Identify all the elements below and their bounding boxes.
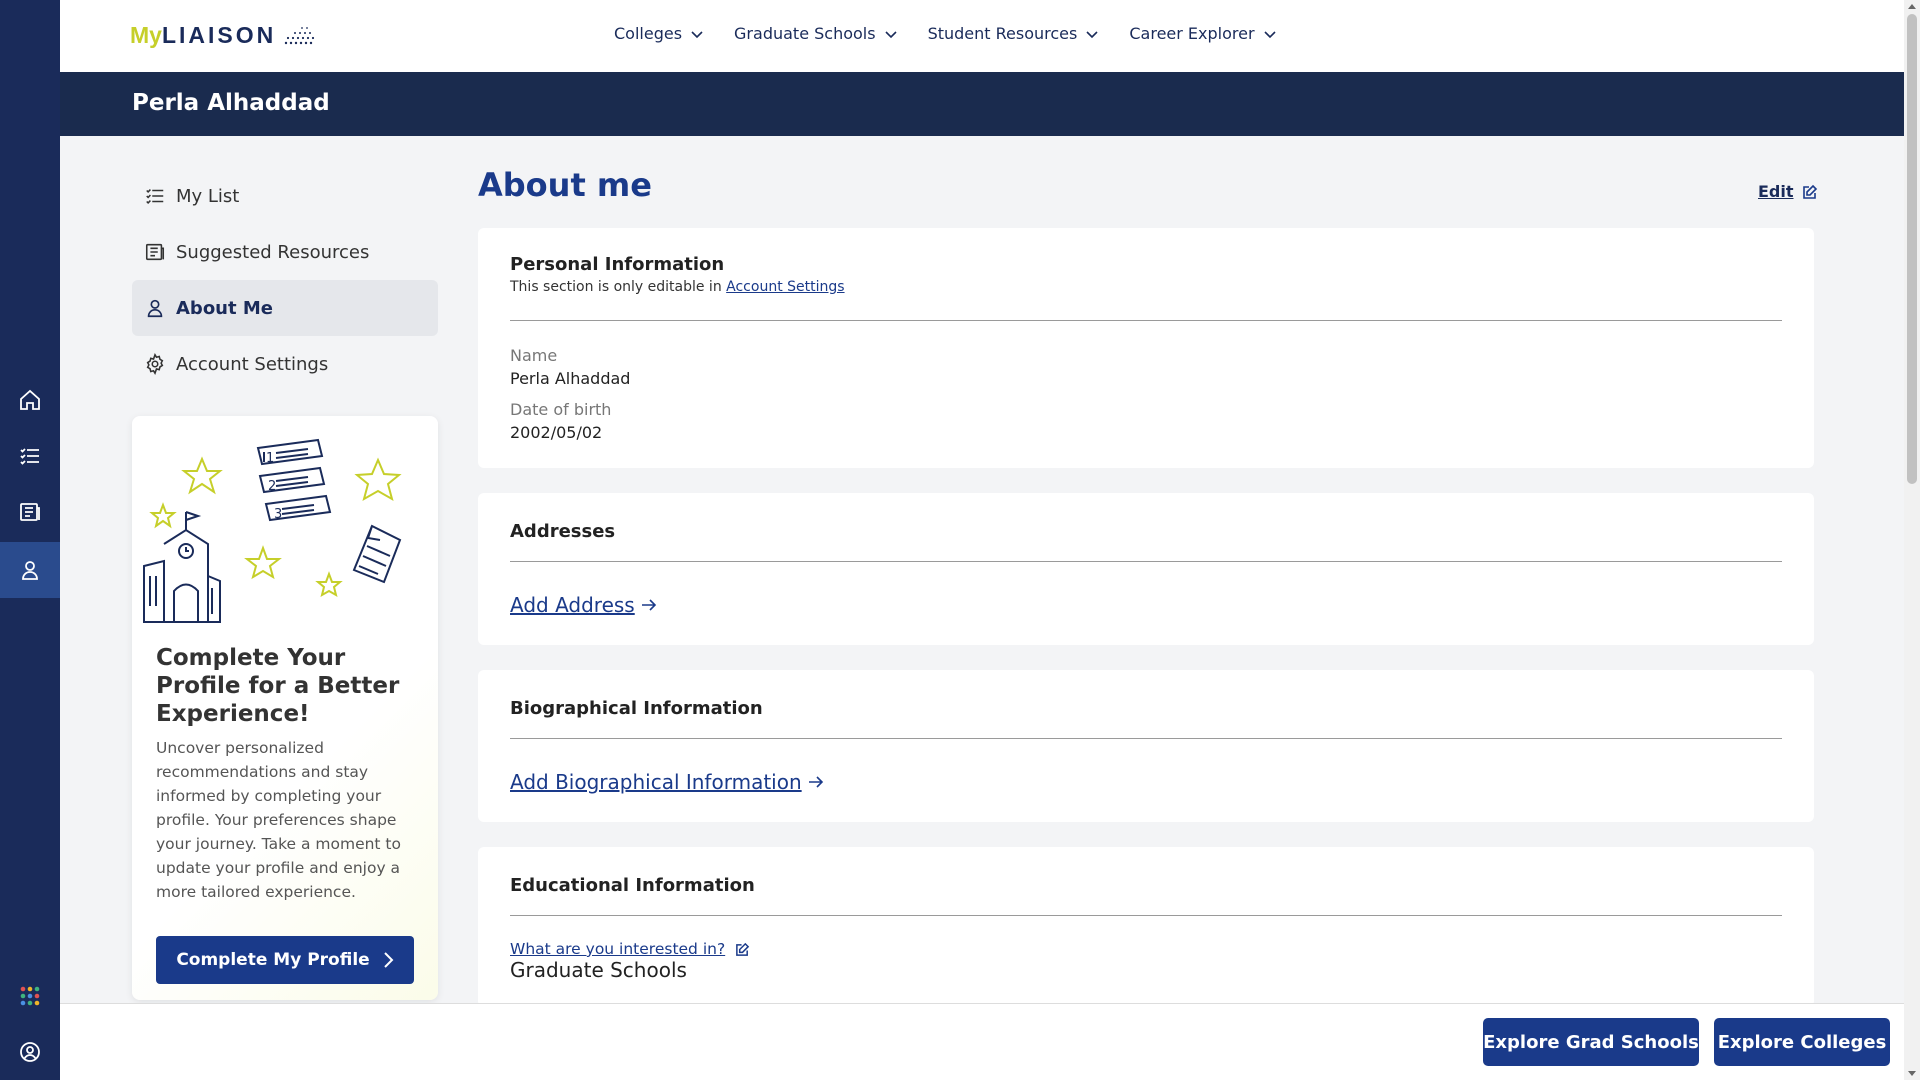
arrow-right-icon xyxy=(641,599,656,611)
home-icon xyxy=(20,389,40,410)
scroll-up-icon[interactable] xyxy=(1908,4,1916,9)
resources-icon xyxy=(20,503,40,521)
logo-dots-icon xyxy=(285,26,315,44)
complete-my-profile-label: Complete My Profile xyxy=(176,950,370,970)
nav-colleges-label: Colleges xyxy=(614,24,683,43)
sidebar-item-label: Suggested Resources xyxy=(176,241,370,263)
svg-text:1: 1 xyxy=(266,451,274,466)
person-icon xyxy=(147,299,163,318)
rail-apps-button[interactable] xyxy=(0,968,60,1024)
person-icon xyxy=(22,561,38,580)
sidebar-item-my-list[interactable]: My List xyxy=(132,168,438,224)
personal-note-text: This section is only editable in xyxy=(510,279,722,295)
profile-illustration: 1 2 3 xyxy=(143,438,402,623)
add-biographical-link[interactable]: Add Biographical Information xyxy=(510,770,824,794)
left-rail xyxy=(0,0,60,1080)
divider xyxy=(510,561,1782,562)
biographical-title: Biographical Information xyxy=(510,698,763,719)
bottom-action-bar: Explore Grad Schools Explore Colleges xyxy=(60,1003,1904,1080)
rail-home-button[interactable] xyxy=(0,372,60,428)
dob-label: Date of birth xyxy=(510,400,612,419)
complete-my-profile-button[interactable]: Complete My Profile xyxy=(156,936,414,984)
sidebar-item-label: About Me xyxy=(176,297,273,319)
chevron-down-icon xyxy=(1263,30,1276,38)
personal-note: This section is only editable in Account… xyxy=(510,279,1782,295)
top-navigation: My LIAISON Colleges Graduate Schools Stud… xyxy=(60,0,1904,72)
sidebar-menu: My List Suggested Resources About Me Acc… xyxy=(132,168,438,392)
add-address-link[interactable]: Add Address xyxy=(510,593,657,617)
list-icon xyxy=(146,189,164,204)
explore-colleges-label: Explore Colleges xyxy=(1717,1031,1887,1053)
chevron-right-icon xyxy=(383,952,394,968)
addresses-card: Addresses Add Address xyxy=(478,493,1814,645)
personal-information-title: Personal Information xyxy=(510,254,725,275)
edit-link[interactable]: Edit xyxy=(1758,182,1818,201)
logo-my: My xyxy=(130,22,162,48)
rail-list-button[interactable] xyxy=(0,428,60,484)
scroll-thumb[interactable] xyxy=(1907,14,1917,484)
chevron-down-icon xyxy=(1086,30,1098,38)
user-name: Perla Alhaddad xyxy=(132,90,330,116)
divider xyxy=(510,738,1782,739)
interest-answer: Graduate Schools xyxy=(510,958,687,982)
sidebar-item-label: Account Settings xyxy=(176,353,329,375)
educational-information-card: Educational Information What are you int… xyxy=(478,847,1814,1007)
nav-graduate-schools[interactable]: Graduate Schools xyxy=(734,24,898,43)
explore-grad-schools-label: Explore Grad Schools xyxy=(1483,1031,1699,1053)
educational-title: Educational Information xyxy=(510,875,755,896)
name-value: Perla Alhaddad xyxy=(510,369,631,388)
personal-information-card: Personal Information This section is onl… xyxy=(478,228,1814,468)
nav-student-resources[interactable]: Student Resources xyxy=(928,24,1100,43)
promo-title: Complete Your Profile for a Better Exper… xyxy=(156,645,400,727)
main-nav: Colleges Graduate Schools Student Resour… xyxy=(614,24,1277,43)
svg-text:3: 3 xyxy=(274,507,282,522)
edit-icon xyxy=(1802,184,1817,199)
svg-text:2: 2 xyxy=(268,479,276,494)
name-label: Name xyxy=(510,346,558,365)
nav-career-explorer[interactable]: Career Explorer xyxy=(1129,24,1276,43)
add-address-label: Add Address xyxy=(510,593,635,617)
chevron-down-icon xyxy=(885,30,897,38)
sidebar-item-account-settings[interactable]: Account Settings xyxy=(132,336,438,392)
gear-icon xyxy=(146,353,164,375)
nav-graduate-schools-label: Graduate Schools xyxy=(734,24,876,43)
biographical-information-card: Biographical Information Add Biographica… xyxy=(478,670,1814,822)
sidebar-item-about-me[interactable]: About Me xyxy=(132,280,438,336)
resources-icon xyxy=(145,243,165,261)
apps-icon xyxy=(20,986,40,1006)
list-icon xyxy=(20,448,39,465)
explore-colleges-button[interactable]: Explore Colleges xyxy=(1714,1018,1890,1066)
addresses-title: Addresses xyxy=(510,521,616,542)
edit-label: Edit xyxy=(1758,182,1794,201)
add-biographical-label: Add Biographical Information xyxy=(510,770,802,794)
interest-question-label: What are you interested in? xyxy=(510,940,726,958)
nav-student-resources-label: Student Resources xyxy=(927,24,1078,43)
account-settings-link[interactable]: Account Settings xyxy=(726,279,844,295)
arrow-right-icon xyxy=(808,776,823,788)
interest-question-link[interactable]: What are you interested in? xyxy=(510,940,750,958)
divider xyxy=(510,915,1782,916)
account-icon xyxy=(20,1042,40,1062)
sidebar-item-suggested-resources[interactable]: Suggested Resources xyxy=(132,224,438,280)
promo-text: Uncover personalized recommendations and… xyxy=(156,739,401,901)
profile-banner: Perla Alhaddad xyxy=(60,72,1904,136)
edit-icon xyxy=(736,942,750,956)
page-scrollbar[interactable] xyxy=(1904,0,1920,1080)
chevron-down-icon xyxy=(691,30,703,38)
explore-grad-schools-button[interactable]: Explore Grad Schools xyxy=(1483,1018,1699,1066)
scroll-down-icon[interactable] xyxy=(1908,1071,1916,1076)
myliaison-logo[interactable]: My LIAISON xyxy=(130,22,316,49)
page-title: About me xyxy=(478,166,652,204)
rail-about-me-button[interactable] xyxy=(0,542,60,598)
logo-liaison: LIAISON xyxy=(161,22,277,48)
dob-value: 2002/05/02 xyxy=(510,423,603,442)
sidebar-item-label: My List xyxy=(176,185,240,207)
nav-colleges[interactable]: Colleges xyxy=(614,24,704,43)
nav-career-explorer-label: Career Explorer xyxy=(1129,24,1255,43)
rail-account-button[interactable] xyxy=(0,1024,60,1080)
divider xyxy=(510,320,1782,321)
complete-profile-card: 1 2 3 Complete Your Profile for a Better… xyxy=(132,416,438,1000)
rail-resources-button[interactable] xyxy=(0,484,60,540)
